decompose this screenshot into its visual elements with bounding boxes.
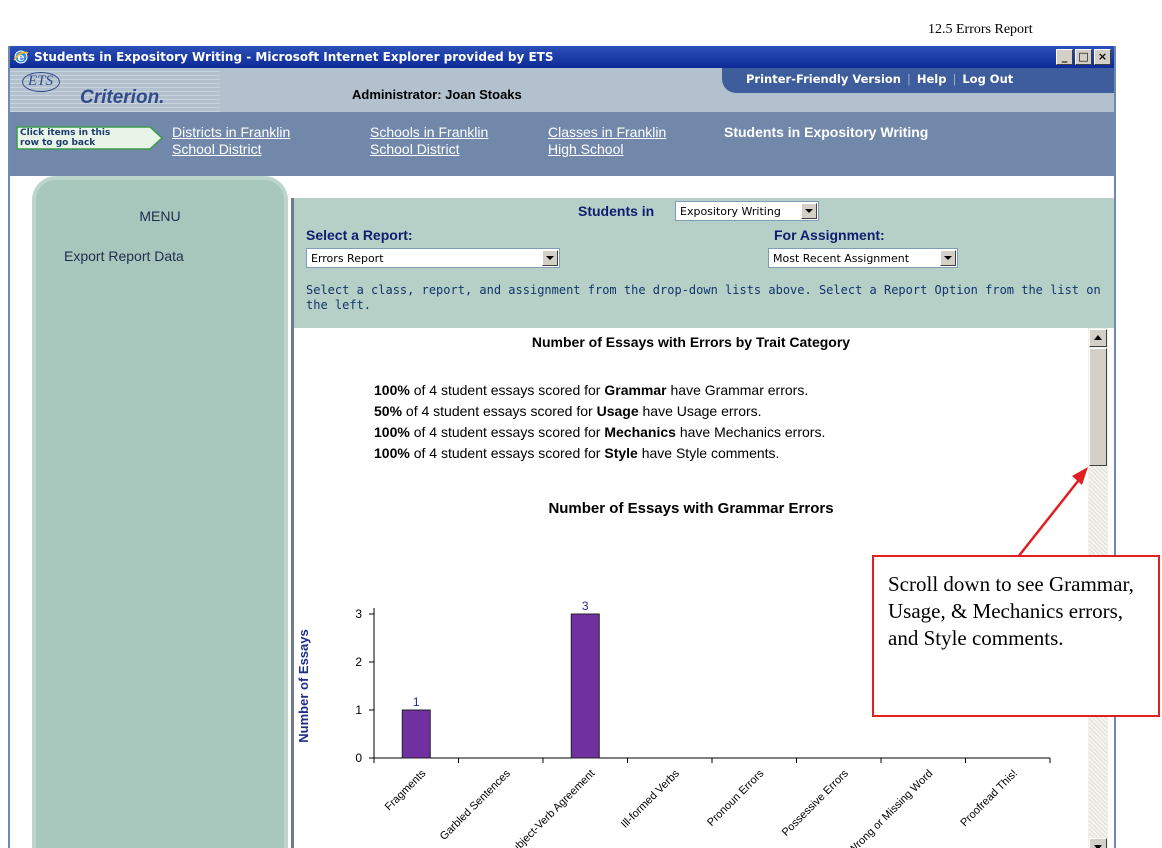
link-separator: | [906,72,911,86]
breadcrumb-schools[interactable]: Schools in Franklin School District [370,124,488,158]
close-button[interactable]: × [1094,49,1111,65]
chevron-down-icon [542,250,558,266]
document-caption: 12.5 Errors Report [928,22,1033,37]
ie-icon: e [13,50,29,64]
menu-title: MENU [139,208,181,224]
help-link[interactable]: Help [917,72,947,86]
instructions-text: Select a class, report, and assignment f… [306,283,1101,312]
minimize-button[interactable]: _ [1056,49,1073,65]
maximize-button[interactable]: □ [1075,49,1092,65]
side-menu: MENU Export Report Data [32,176,288,848]
log-out-link[interactable]: Log Out [962,72,1013,86]
report-select[interactable]: Errors Report [306,248,560,268]
back-hint-label: Click items in this row to go back [20,128,111,148]
x-tick-label: Wrong or Missing Word [846,768,935,848]
x-tick-label: Garbled Sentences [438,767,513,842]
minimize-icon: _ [1061,50,1068,63]
x-tick-label: Subject-Verb Agreement [505,768,598,848]
link-separator: | [952,72,957,86]
criterion-wordmark: Criterion. [80,87,165,108]
back-hint: Click items in this row to go back [16,126,164,154]
data-label: 3 [582,599,589,613]
data-label: 1 [413,695,420,709]
chevron-down-icon [940,250,956,266]
app-header: ETS Criterion. Administrator: Joan Stoak… [10,68,1114,112]
assignment-select[interactable]: Most Recent Assignment [768,248,958,268]
bar [401,709,431,759]
x-tick-label: Possessive Errors [780,767,852,839]
y-tick-label: 0 [355,751,362,765]
x-tick-label: Fragments [383,767,429,813]
select-report-label: Select a Report: [306,227,413,243]
y-tick-label: 2 [355,655,362,669]
breadcrumb-current: Students in Expository Writing [724,124,929,140]
y-axis-label: Number of Essays [296,629,311,742]
scroll-thumb[interactable] [1089,348,1107,466]
printer-friendly-link[interactable]: Printer-Friendly Version [746,72,901,86]
top-links: Printer-Friendly Version | Help | Log Out [722,68,1114,93]
maximize-icon: □ [1078,50,1089,63]
y-tick-label: 3 [355,607,362,621]
title-bar: e Students in Expository Writing - Micro… [10,46,1114,68]
report-controls: Students in Expository Writing Select a … [294,198,1114,328]
bar [570,613,600,759]
y-tick-label: 1 [355,703,362,717]
administrator-label: Administrator: Joan Stoaks [352,87,522,102]
breadcrumb-districts[interactable]: Districts in Franklin School District [172,124,290,158]
scroll-up-button[interactable] [1089,329,1107,347]
breadcrumb-classes[interactable]: Classes in Franklin High School [548,124,666,158]
browser-window: e Students in Expository Writing - Micro… [8,46,1116,848]
callout-box: Scroll down to see Grammar, Usage, & Mec… [872,555,1160,717]
close-icon: × [1097,50,1108,63]
scroll-down-button[interactable] [1089,838,1107,848]
x-tick-label: Pronoun Errors [705,767,767,829]
students-in-label: Students in [578,203,655,219]
x-tick-label: Proofread This! [958,768,1020,830]
chevron-down-icon [801,203,817,219]
window-title: Students in Expository Writing - Microso… [34,50,554,64]
ets-logo-mark: ETS [22,72,61,92]
breadcrumb: Click items in this row to go back Distri… [10,112,1114,176]
menu-item-export-report-data[interactable]: Export Report Data [64,248,184,264]
x-tick-label: Ill-formed Verbs [619,767,682,830]
criterion-logo: ETS Criterion. [22,72,222,110]
class-select[interactable]: Expository Writing [675,201,819,221]
for-assignment-label: For Assignment: [774,227,885,243]
